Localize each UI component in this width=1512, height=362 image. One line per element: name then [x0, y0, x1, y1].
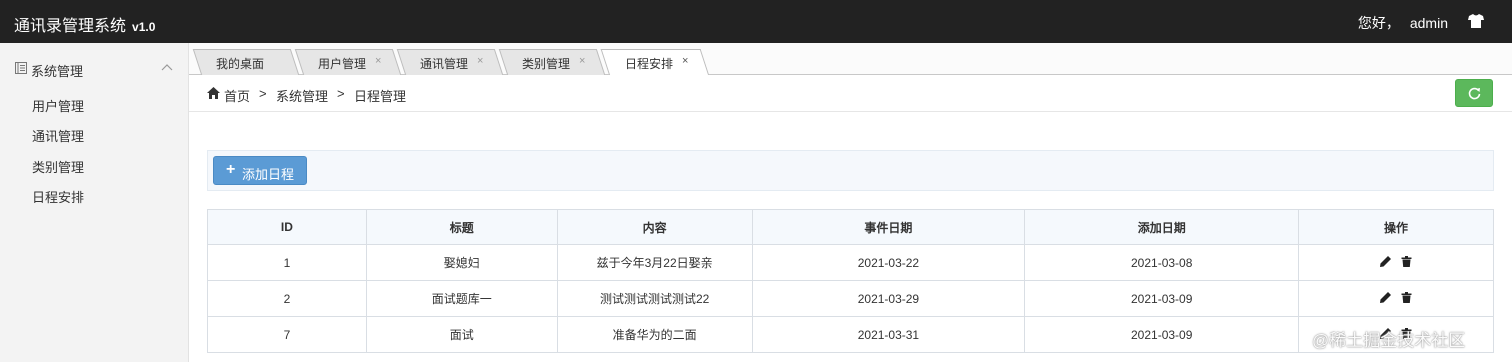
delete-icon[interactable]	[1401, 291, 1412, 303]
table-row: 1 娶媳妇 兹于今年3月22日娶亲 2021-03-22 2021-03-08	[207, 244, 1494, 281]
cell-add-date: 2021-03-09	[1024, 316, 1300, 353]
sidebar-item-users[interactable]: 用户管理	[32, 96, 84, 115]
cell-actions	[1298, 280, 1494, 317]
add-schedule-button[interactable]: + 添加日程	[213, 156, 307, 185]
sidebar-item-contacts[interactable]: 通讯管理	[32, 126, 84, 145]
tab-label: 我的桌面	[216, 57, 265, 71]
column-header-content: 内容	[556, 209, 753, 245]
breadcrumb-separator: >	[259, 86, 267, 101]
edit-icon[interactable]	[1380, 291, 1392, 303]
app-brand[interactable]: 通讯录管理系统 v1.0	[14, 12, 155, 36]
cell-actions	[1298, 244, 1494, 281]
cell-id: 2	[207, 280, 367, 317]
refresh-icon	[1468, 87, 1481, 100]
column-header-event-date: 事件日期	[751, 209, 1026, 245]
user-greeting: 您好， admin	[1358, 13, 1448, 33]
main-content: + 添加日程 ID 标题 内容 事件日期 添加日期 操作 1 娶媳妇 兹于今年3…	[189, 112, 1512, 362]
sidebar-item-schedule[interactable]: 日程安排	[32, 187, 84, 206]
cell-event-date: 2021-03-22	[751, 244, 1026, 281]
close-icon[interactable]: ×	[477, 55, 483, 67]
column-header-actions: 操作	[1298, 209, 1494, 245]
app-version: v1.0	[132, 20, 156, 34]
plus-icon: +	[226, 161, 236, 178]
cell-content: 测试测试测试测试22	[556, 280, 753, 317]
app-title: 通讯录管理系统	[14, 18, 127, 35]
cell-event-date: 2021-03-31	[751, 316, 1026, 353]
breadcrumb-current: 日程管理	[354, 89, 407, 104]
schedule-table: ID 标题 内容 事件日期 添加日期 操作 1 娶媳妇 兹于今年3月22日娶亲 …	[207, 209, 1494, 353]
tab-label: 日程安排	[625, 57, 674, 71]
cell-title: 面试题库一	[365, 280, 558, 317]
cell-content: 准备华为的二面	[556, 316, 753, 353]
action-bar: + 添加日程	[207, 150, 1494, 191]
delete-icon[interactable]	[1401, 255, 1412, 267]
cell-add-date: 2021-03-08	[1024, 244, 1300, 281]
username[interactable]: admin	[1410, 15, 1448, 31]
breadcrumb-separator: >	[337, 86, 345, 101]
tab-bar: 我的桌面 用户管理 × 通讯管理 × 类别管理 × 日程安排 ×	[189, 43, 1512, 76]
table-header-row: ID 标题 内容 事件日期 添加日期 操作	[207, 209, 1494, 245]
chevron-up-icon[interactable]	[161, 63, 173, 71]
close-icon[interactable]: ×	[682, 55, 688, 67]
column-header-id: ID	[207, 209, 367, 245]
sidebar-item-categories[interactable]: 类别管理	[32, 157, 84, 176]
cell-title: 娶媳妇	[365, 244, 558, 281]
add-schedule-label: 添加日程	[242, 167, 295, 182]
top-navbar: 通讯录管理系统 v1.0 您好， admin	[0, 0, 1512, 43]
cell-title: 面试	[365, 316, 558, 353]
breadcrumb-home[interactable]: 首页	[224, 86, 250, 105]
greeting-text: 您好，	[1357, 15, 1400, 31]
close-icon[interactable]: ×	[579, 55, 585, 67]
sidebar-group-system[interactable]: 系统管理	[0, 55, 189, 83]
tab-label: 类别管理	[522, 57, 571, 71]
sidebar: 系统管理 用户管理 通讯管理 类别管理 日程安排	[0, 43, 189, 362]
refresh-button[interactable]	[1455, 79, 1493, 107]
cell-content: 兹于今年3月22日娶亲	[556, 244, 753, 281]
breadcrumb-system[interactable]: 系统管理	[276, 86, 328, 105]
edit-icon[interactable]	[1380, 255, 1392, 267]
cell-id: 7	[207, 316, 367, 353]
column-header-title: 标题	[365, 209, 558, 245]
cell-add-date: 2021-03-09	[1024, 280, 1300, 317]
table-row: 7 面试 准备华为的二面 2021-03-31 2021-03-09	[207, 316, 1494, 353]
book-icon	[15, 62, 27, 74]
tshirt-icon[interactable]	[1468, 14, 1484, 28]
home-icon	[207, 87, 220, 99]
tab-label: 用户管理	[318, 57, 367, 71]
column-header-add-date: 添加日期	[1024, 209, 1300, 245]
breadcrumb: 首页 > 系统管理 > 日程管理	[189, 75, 1512, 112]
watermark: @稀土掘金技术社区	[1312, 331, 1466, 350]
sidebar-group-label: 系统管理	[31, 64, 84, 79]
cell-id: 1	[207, 244, 367, 281]
table-row: 2 面试题库一 测试测试测试测试22 2021-03-29 2021-03-09	[207, 280, 1494, 317]
tab-label: 通讯管理	[420, 57, 469, 71]
close-icon[interactable]: ×	[375, 55, 381, 67]
cell-event-date: 2021-03-29	[751, 280, 1026, 317]
